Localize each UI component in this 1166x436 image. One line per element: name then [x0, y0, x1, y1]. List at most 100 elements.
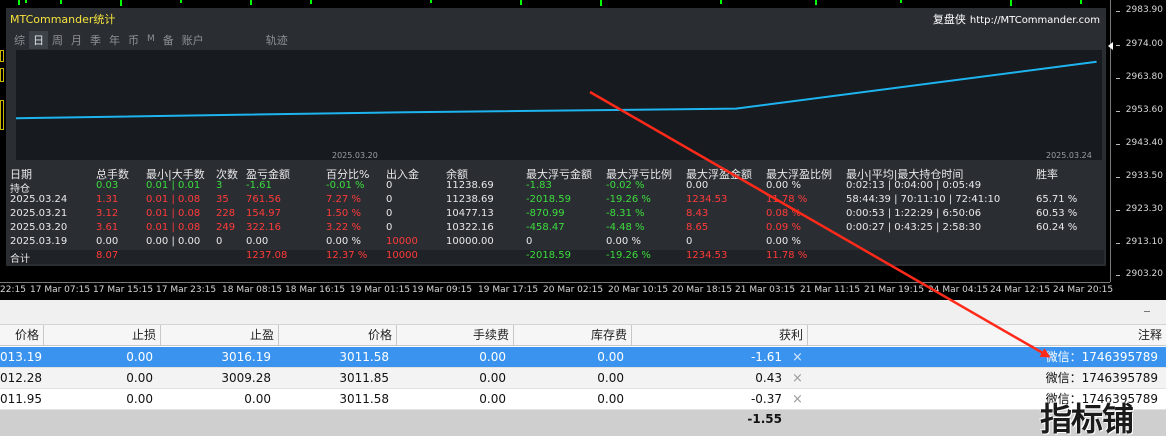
close-position-icon[interactable]: × — [792, 368, 803, 389]
stats-cell-pnl: 0.00 — [246, 236, 269, 247]
stats-cell-hold: 0:02:13 | 0:04:00 | 0:05:49 — [846, 180, 982, 191]
time-tick: 21 Mar 19:15 — [864, 285, 925, 295]
trade-row[interactable]: 012.28 0.00 3009.28 3011.85 0.00 0.00 0.43 微信：1… — [0, 368, 1166, 389]
stats-cell-minmax: 0.00 | 0.00 — [146, 236, 201, 247]
stats-cell-max_fp: 0.00 — [686, 180, 709, 191]
tab-5[interactable]: 年 — [105, 31, 124, 49]
trade-cell-tp: 3016.19 — [221, 350, 271, 364]
stats-cell-date: 2025.03.21 — [10, 208, 68, 219]
stats-cell-count: 35 — [216, 194, 229, 205]
tab-10[interactable]: 轨迹 — [262, 31, 292, 49]
stats-row: 2025.03.24 1.31 0.01 | 0.08 35 761.56 7.27 % 0… — [10, 194, 1104, 207]
mtcommander-stats-panel[interactable]: MTCommander统计 复盘侠 http://MTCommander.com … — [6, 8, 1106, 266]
trade-cell-commission: 0.00 — [479, 392, 506, 406]
trade-cell-profit: 0.43 — [755, 371, 782, 385]
stats-cell-max_dd: -458.47 — [526, 222, 565, 233]
col-header-stop-loss[interactable]: 止损 — [44, 325, 161, 346]
trade-cell-sl: 0.00 — [126, 350, 153, 364]
stats-cell-pnl: 322.16 — [246, 222, 281, 233]
stats-cell-minmax: 0.01 | 0.08 — [146, 194, 201, 205]
stats-cell-max_dd_pct: -4.48 % — [606, 222, 645, 233]
tab-8[interactable]: 备 — [159, 31, 178, 49]
tab-9[interactable]: 账户 — [178, 31, 208, 49]
stats-cell-lots: 3.61 — [96, 222, 119, 233]
tab-0[interactable]: 综 — [10, 31, 29, 49]
stats-cell-count: 249 — [216, 222, 236, 233]
stats-cell-max_fp_pct: 0.08 % — [766, 208, 801, 219]
brand-url-link[interactable]: http://MTCommander.com — [970, 15, 1100, 26]
price-tick: 2943.40 — [1115, 138, 1163, 148]
panel-brand[interactable]: 复盘侠 http://MTCommander.com — [933, 11, 1100, 27]
trade-cell-price2: 3011.58 — [339, 350, 389, 364]
stats-cell-lots: 3.12 — [96, 208, 119, 219]
col-header-price[interactable]: 价格 — [0, 325, 44, 346]
stats-total-row: 合计 8.07 1237.08 12.37 % 10000 -2018.59 -19.26 … — [10, 250, 1104, 265]
stats-cell-max_dd_pct: -19.26 % — [606, 194, 651, 205]
stats-cell-hold: 0:00:53 | 1:22:29 | 6:50:06 — [846, 208, 982, 219]
stats-cell-win: 60.24 % — [1036, 222, 1078, 233]
col-header-comment[interactable]: 注释 — [808, 325, 1166, 346]
volume-ticks — [0, 0, 1110, 8]
col-header-commission[interactable]: 手续费 — [397, 325, 514, 346]
stats-cell-flow: 0 — [386, 222, 393, 233]
stats-row: 2025.03.21 3.12 0.01 | 0.08 228 154.97 1.50 %… — [10, 208, 1104, 221]
stats-cell-pct: 0.00 % — [326, 236, 361, 247]
stats-cell-balance: 10000.00 — [446, 236, 494, 247]
equity-series-line — [16, 60, 1097, 120]
tab-7[interactable]: M — [143, 31, 159, 49]
stats-cell-pnl: 154.97 — [246, 208, 281, 219]
stats-cell-max_dd: -2018.59 — [526, 194, 571, 205]
trade-cell-price2: 3011.85 — [339, 371, 389, 385]
period-tabs: 综日周月季年币 M 备账户 轨迹 — [10, 31, 292, 49]
close-position-icon[interactable]: × — [792, 389, 803, 410]
tab-6[interactable]: 币 — [124, 31, 143, 49]
stats-cell-count: 228 — [216, 208, 236, 219]
trade-cell-comment: 微信：1746395789 — [1045, 371, 1158, 385]
stats-cell-max_dd_pct: 0.00 % — [606, 236, 641, 247]
stats-cell-win: 60.53 % — [1036, 208, 1078, 219]
time-tick: 19 Mar 09:15 — [412, 285, 473, 295]
stats-cell-hold: 58:44:39 | 70:11:10 | 72:41:10 — [846, 194, 1001, 205]
price-tick: 2983.90 — [1115, 5, 1163, 15]
stats-cell-max_fp_pct: 0.09 % — [766, 222, 801, 233]
stats-cell-balance: 11238.69 — [446, 194, 494, 205]
price-chart[interactable]: 2983.90 2974.00 2963.80 2953.60 2943.40 … — [0, 0, 1166, 300]
stats-row: 2025.03.20 3.61 0.01 | 0.08 249 322.16 3.22 %… — [10, 222, 1104, 235]
price-axis: 2983.90 2974.00 2963.80 2953.60 2943.40 … — [1108, 0, 1166, 282]
time-tick: 24 Mar 04:15 — [928, 285, 989, 295]
stats-cell-date: 持仓 — [10, 184, 30, 195]
trade-terminal: 价格 止损 止盈 价格 手续费 库存费 获利 注释 013.19 0.00 3016… — [0, 300, 1166, 436]
total-cell-max_fp: 1234.53 — [686, 250, 728, 261]
trade-cell-tp: 0.00 — [244, 392, 271, 406]
trade-row[interactable]: 011.95 0.00 0.00 3011.58 0.00 0.00 -0.37 微信：174… — [0, 389, 1166, 410]
time-tick: 24 Mar 20:15 — [1053, 285, 1114, 295]
stats-cell-max_fp: 1234.53 — [686, 194, 728, 205]
stats-cell-balance: 11238.69 — [446, 180, 494, 191]
tab-1[interactable]: 日 — [29, 31, 48, 49]
col-header-current-price[interactable]: 价格 — [279, 325, 397, 346]
trade-cell-sl: 0.00 — [126, 392, 153, 406]
trade-row[interactable]: 013.19 0.00 3016.19 3011.58 0.00 0.00 -1.61 微信：… — [0, 347, 1166, 368]
trade-cell-swap: 0.00 — [597, 392, 624, 406]
col-header-profit[interactable]: 获利 — [632, 325, 808, 346]
price-tick: 2933.50 — [1115, 171, 1163, 181]
stats-cell-pnl: -1.61 — [246, 180, 272, 191]
stats-cell-max_fp_pct: 11.78 % — [766, 194, 808, 205]
minimize-icon[interactable] — [1144, 311, 1150, 312]
tab-3[interactable]: 月 — [67, 31, 86, 49]
close-position-icon[interactable]: × — [792, 347, 803, 368]
stats-cell-pct: -0.01 % — [326, 180, 365, 191]
col-header-swap[interactable]: 库存费 — [514, 325, 632, 346]
total-cell-pct: 12.37 % — [326, 250, 368, 261]
price-tick: 2963.80 — [1115, 72, 1163, 82]
tab-2[interactable]: 周 — [48, 31, 67, 49]
stats-cell-flow: 0 — [386, 194, 393, 205]
stats-cell-max_dd_pct: -0.02 % — [606, 180, 645, 191]
price-tick: 2913.10 — [1115, 237, 1163, 247]
stats-cell-minmax: 0.01 | 0.01 — [146, 180, 201, 191]
tab-4[interactable]: 季 — [86, 31, 105, 49]
stats-row: 2025.03.19 0.00 0.00 | 0.00 0 0.00 0.00 % 1000… — [10, 236, 1104, 249]
stats-cell-balance: 10477.13 — [446, 208, 494, 219]
col-header-take-profit[interactable]: 止盈 — [161, 325, 279, 346]
stats-row: 持仓 0.03 0.01 | 0.01 3 -1.61 -0.01 % 0 11238.69 -… — [10, 180, 1104, 195]
